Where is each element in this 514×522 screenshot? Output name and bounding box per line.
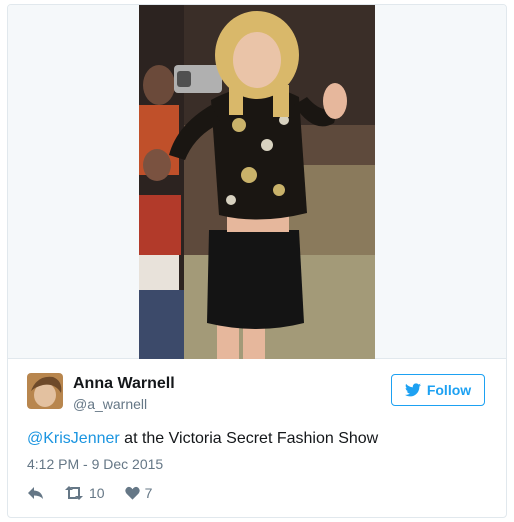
heart-icon [124, 486, 140, 500]
tweet-media [8, 5, 506, 359]
author-name[interactable]: Anna Warnell [73, 375, 175, 393]
like-count: 7 [144, 485, 153, 501]
retweet-button[interactable]: 10 [64, 485, 105, 501]
tweet-timestamp[interactable]: 4:12 PM - 9 Dec 2015 [27, 456, 163, 472]
retweet-count: 10 [89, 485, 105, 501]
tweet-author: Anna Warnell @a_warnell Follow [27, 373, 487, 413]
tweet-text-body: at the Victoria Secret Fashion Show [119, 430, 379, 447]
avatar[interactable] [27, 373, 63, 409]
reply-icon [28, 487, 43, 499]
retweet-icon [65, 486, 83, 500]
tweet-actions: 10 7 [27, 483, 152, 503]
tweet-text: @KrisJenner at the Victoria Secret Fashi… [27, 430, 378, 448]
tweet-card: Anna Warnell @a_warnell Follow @KrisJenn… [7, 4, 507, 518]
like-button[interactable]: 7 [124, 485, 153, 501]
reply-button[interactable] [27, 486, 44, 500]
twitter-bird-icon [404, 383, 421, 397]
follow-label: Follow [426, 382, 472, 398]
mention-link[interactable]: @KrisJenner [27, 430, 120, 447]
author-handle[interactable]: @a_warnell [73, 396, 147, 412]
follow-button[interactable]: Follow [391, 374, 485, 406]
tweet-photo[interactable] [139, 5, 375, 359]
